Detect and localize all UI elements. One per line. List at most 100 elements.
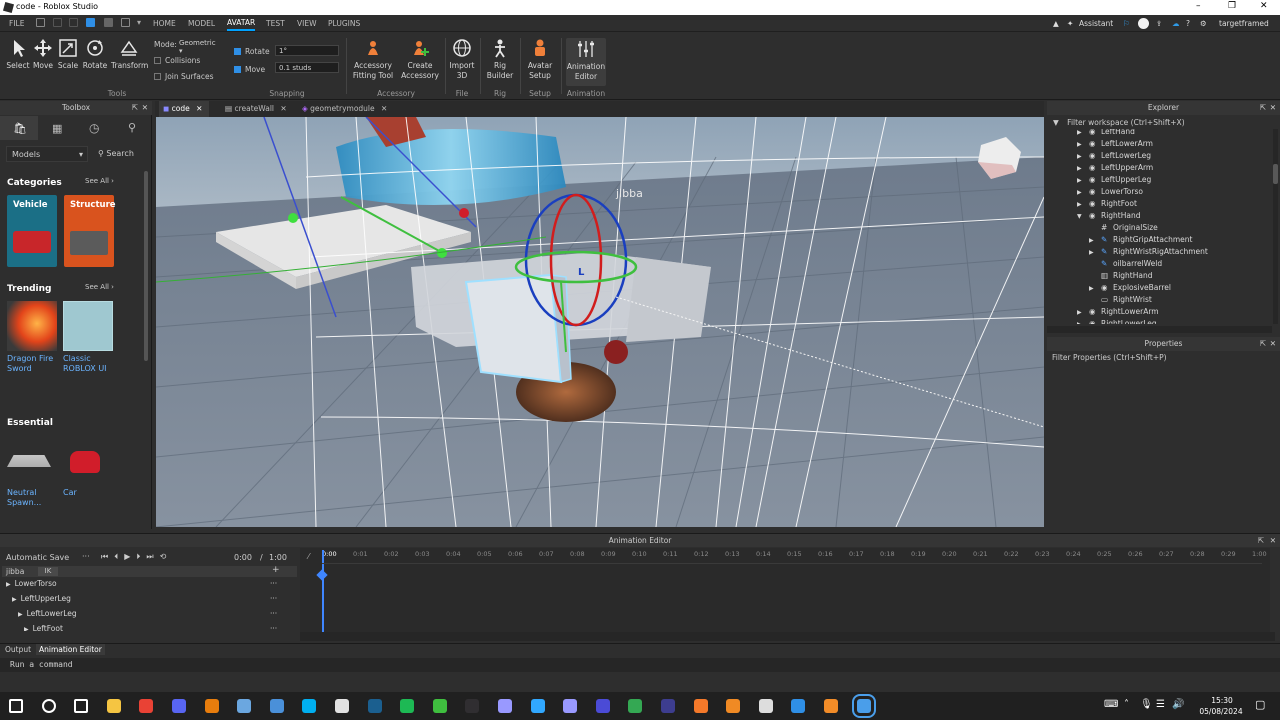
explorer-scrollbar-thumb[interactable] (1273, 164, 1278, 184)
timeline[interactable]: ⁄ 0:00 0:01 0:02 0:03 0:04 0:05 0:06 0:07 0:08 0:… (300, 548, 1270, 632)
explorer-item[interactable]: ▭ RightWrist (1089, 295, 1152, 304)
close-tab-icon[interactable]: ✕ (196, 104, 202, 113)
mic-icon[interactable]: 🎙 (1140, 699, 1153, 710)
explorer-item[interactable]: ▶ ◉ LeftUpperLeg (1077, 175, 1151, 184)
skype-icon[interactable] (302, 699, 317, 713)
explorer-scrollbar[interactable] (1273, 129, 1278, 324)
share-icon[interactable]: ⇪ (1156, 19, 1162, 28)
track-options-icon[interactable]: ··· (270, 609, 277, 618)
explorer-item[interactable]: ▶ ◉ LeftLowerArm (1077, 139, 1153, 148)
float-panel-icon[interactable]: ⇱ (132, 101, 138, 115)
menu-tab-view[interactable]: VIEW (297, 19, 317, 28)
keyframe[interactable] (316, 569, 328, 581)
category-vehicle[interactable]: Vehicle (7, 195, 57, 267)
photoshop-icon[interactable] (530, 699, 545, 713)
animation-track[interactable]: ▶ LowerTorso (6, 579, 57, 588)
collapsed-arrow-icon[interactable]: ▶ (18, 611, 23, 618)
tab-createwall[interactable]: ▤ createWall ✕ (221, 101, 291, 117)
vlc-icon[interactable] (726, 699, 741, 713)
current-time[interactable]: 0:00 (234, 553, 252, 562)
tab-recent[interactable]: ◷ (76, 116, 114, 140)
roblox-studio-icon[interactable] (851, 694, 876, 718)
rotate-snap-input[interactable]: 1° (275, 45, 339, 56)
minimize-button[interactable]: – (1196, 1, 1201, 11)
assistant-button[interactable]: Assistant (1079, 19, 1113, 28)
animation-editor-button[interactable]: Animation Editor (566, 38, 606, 86)
explorer-item[interactable]: ▶ ◉ LeftUpperArm (1077, 163, 1153, 172)
discord-icon[interactable] (172, 699, 186, 713)
new-file-icon[interactable] (36, 18, 45, 27)
roblox-player-icon[interactable] (335, 699, 349, 713)
close-tab-icon[interactable]: ✕ (381, 104, 387, 113)
rig-row[interactable]: jibba IK + (2, 565, 297, 577)
windows-start-icon[interactable] (9, 699, 23, 713)
collapsed-arrow-icon[interactable]: ▶ (1089, 285, 1101, 292)
spotify-icon[interactable] (400, 699, 415, 713)
move-tool-button[interactable]: Move (31, 38, 55, 71)
animation-track[interactable]: ▶ LeftLowerLeg (18, 609, 77, 618)
import-3d-button[interactable]: Import 3D (448, 38, 476, 81)
collapsed-arrow-icon[interactable]: ▶ (1077, 153, 1089, 160)
tab-code[interactable]: ◼ code ✕ (159, 101, 209, 117)
menu-tab-test[interactable]: TEST (266, 19, 285, 28)
keyboard-icon[interactable]: ⌨ (1104, 699, 1118, 710)
explorer-item[interactable]: ▶ ◉ ExplosiveBarrel (1089, 283, 1171, 292)
explorer-item[interactable]: ▶ ◉ RightFoot (1077, 199, 1137, 208)
collapsed-arrow-icon[interactable]: ▶ (1089, 249, 1101, 256)
menu-tab-avatar[interactable]: AVATAR (227, 18, 256, 31)
clock-time[interactable]: 15:30 (1200, 696, 1244, 705)
move-snap-input[interactable]: 0.1 studs (275, 62, 339, 73)
task-view-icon[interactable] (74, 699, 89, 713)
car-thumbnail[interactable] (70, 451, 100, 473)
undo-icon[interactable] (53, 18, 62, 27)
explorer-item[interactable]: ▶◉ RightLowerLeg (1077, 319, 1157, 324)
close-tab-icon[interactable]: ✕ (280, 104, 286, 113)
uplay-icon[interactable] (758, 699, 773, 713)
collapsed-arrow-icon[interactable]: ▶ (6, 581, 11, 588)
collapsed-arrow-icon[interactable]: ▶ (1089, 237, 1101, 244)
tab-geometrymodule[interactable]: ◈ geometrymodule ✕ (298, 101, 388, 117)
select-tool-button[interactable]: Select (6, 38, 30, 71)
notifications-icon[interactable]: ⚐ (1123, 19, 1130, 28)
blender-icon[interactable] (204, 699, 219, 713)
file-explorer-icon[interactable] (106, 699, 121, 713)
help-icon[interactable]: ? (1186, 19, 1190, 28)
accessory-fitting-tool-button[interactable]: Accessory Fitting Tool (351, 38, 395, 81)
explorer-item[interactable]: ✎ oilbarrelWeld (1089, 259, 1162, 268)
add-track-icon[interactable]: + (272, 565, 280, 575)
collisions-checkbox[interactable] (154, 57, 161, 64)
rotate-tool-button[interactable]: Rotate (82, 38, 108, 71)
blender-2-icon[interactable] (693, 699, 708, 713)
explorer-item[interactable]: ▶ ✎ RightGripAttachment (1089, 235, 1192, 244)
float-panel-icon[interactable]: ⇱ (1260, 337, 1266, 351)
explorer-hscrollbar[interactable] (1047, 326, 1272, 333)
command-input[interactable]: Run a command (10, 660, 73, 669)
track-options-icon[interactable]: ··· (270, 624, 277, 631)
scale-tool-button[interactable]: Scale (56, 38, 80, 71)
avatar-setup-button[interactable]: Avatar Setup (524, 38, 556, 81)
animation-track[interactable]: ▶ LeftFoot (24, 624, 63, 631)
car-link[interactable]: Car (63, 488, 77, 497)
stop-icon[interactable] (104, 18, 113, 27)
trending-see-all[interactable]: See All › (85, 283, 114, 291)
expanded-arrow-icon[interactable]: ▼ (1077, 213, 1089, 220)
mail-icon[interactable] (791, 699, 806, 713)
maximize-button[interactable]: ❐ (1228, 1, 1236, 11)
collapsed-arrow-icon[interactable]: ▶ (1077, 201, 1089, 208)
explorer-item[interactable]: ▼ ◉ RightHand (1077, 211, 1141, 220)
categories-see-all[interactable]: See All › (85, 177, 114, 185)
tab-output[interactable]: Output (5, 645, 31, 654)
close-window-button[interactable]: ✕ (1260, 1, 1268, 11)
track-options-icon[interactable]: ··· (270, 579, 277, 588)
3d-viewport[interactable]: jibba L (156, 117, 1044, 527)
collapsed-arrow-icon[interactable]: ▶ (1077, 189, 1089, 196)
cloud-icon[interactable]: ☁ (1172, 19, 1180, 28)
roblox-icon[interactable] (661, 699, 675, 713)
explorer-item[interactable]: # OriginalSize (1089, 223, 1158, 232)
search-input[interactable]: ⚲ Search (94, 146, 148, 162)
volume-icon[interactable]: 🔊 (1172, 699, 1184, 710)
tab-creations[interactable]: ⚲ (114, 116, 152, 140)
menu-tab-home[interactable]: HOME (153, 19, 176, 28)
spotify-green-icon[interactable] (432, 699, 447, 713)
play-icon[interactable] (86, 18, 95, 27)
